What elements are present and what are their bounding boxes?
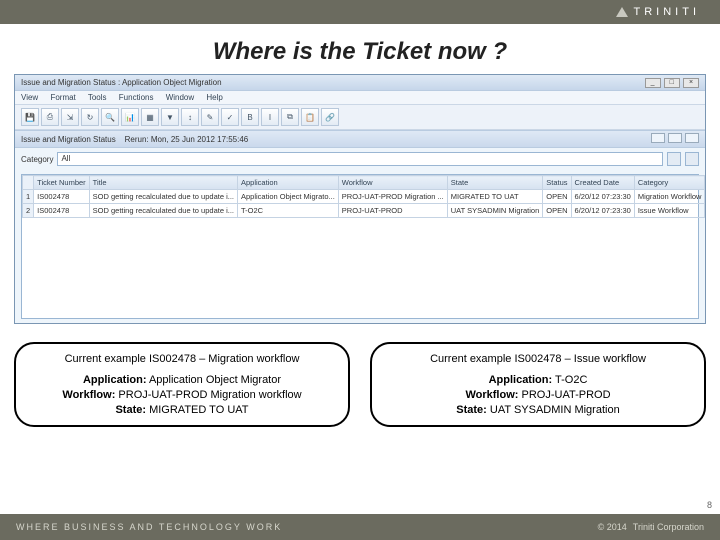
footer-tagline: WHERE BUSINESS AND TECHNOLOGY WORK — [16, 522, 282, 532]
cell-title: SOD getting recalculated due to update i… — [89, 190, 237, 204]
tool-find-icon[interactable]: 🔍 — [101, 108, 119, 126]
tool-italic-icon[interactable]: I — [261, 108, 279, 126]
cell-date: 6/20/12 07:23:30 — [571, 204, 634, 218]
callout-issue-head: Current example IS002478 – Issue workflo… — [382, 352, 694, 367]
footer-bar: WHERE BUSINESS AND TECHNOLOGY WORK © 201… — [0, 514, 720, 540]
cell-date: 6/20/12 07:23:30 — [571, 190, 634, 204]
tool-chart-icon[interactable]: 📊 — [121, 108, 139, 126]
minimize-icon[interactable]: _ — [645, 78, 661, 88]
cell-workflow: PROJ-UAT-PROD — [338, 204, 447, 218]
cell-title: SOD getting recalculated due to update i… — [89, 204, 237, 218]
col-rownum — [23, 176, 34, 190]
cell-category: Issue Workflow — [634, 204, 705, 218]
menu-help[interactable]: Help — [206, 93, 222, 102]
window-title-text: Issue and Migration Status : Application… — [21, 78, 222, 87]
col-state[interactable]: State — [447, 176, 543, 190]
tool-grid-icon[interactable]: ▦ — [141, 108, 159, 126]
tool-edit-icon[interactable]: ✎ — [201, 108, 219, 126]
tool-refresh-icon[interactable]: ↻ — [81, 108, 99, 126]
category-combo[interactable]: All — [57, 152, 663, 166]
menu-functions[interactable]: Functions — [119, 93, 154, 102]
tool-check-icon[interactable]: ✓ — [221, 108, 239, 126]
col-title[interactable]: Title — [89, 176, 237, 190]
menu-format[interactable]: Format — [50, 93, 75, 102]
tool-paste-icon[interactable]: 📋 — [301, 108, 319, 126]
cell-ticket: IS002478 — [34, 190, 89, 204]
cell-state: UAT SYSADMIN Migration — [447, 204, 543, 218]
col-workflow[interactable]: Workflow — [338, 176, 447, 190]
filter-row: Category All — [15, 148, 705, 170]
col-app[interactable]: Application — [238, 176, 339, 190]
results-grid[interactable]: Ticket Number Title Application Workflow… — [21, 174, 699, 319]
col-ticket[interactable]: Ticket Number — [34, 176, 89, 190]
menu-bar[interactable]: View Format Tools Functions Window Help — [15, 91, 705, 105]
close-icon[interactable]: × — [683, 78, 699, 88]
panel-close-icon[interactable] — [685, 133, 699, 143]
cell-app: Application Object Migrato... — [238, 190, 339, 204]
menu-tools[interactable]: Tools — [88, 93, 107, 102]
callout-issue: Current example IS002478 – Issue workflo… — [370, 342, 706, 427]
menu-window[interactable]: Window — [166, 93, 194, 102]
table-row[interactable]: 2IS002478SOD getting recalculated due to… — [23, 204, 705, 218]
col-status[interactable]: Status — [543, 176, 571, 190]
col-created[interactable]: Created Date — [571, 176, 634, 190]
slide-title: Where is the Ticket now ? — [0, 38, 720, 66]
tool-bold-icon[interactable]: B — [241, 108, 259, 126]
cell-category: Migration Workflow — [634, 190, 705, 204]
tool-link-icon[interactable]: 🔗 — [321, 108, 339, 126]
filter-apply-button[interactable] — [667, 152, 681, 166]
table-row[interactable]: 1IS002478SOD getting recalculated due to… — [23, 190, 705, 204]
panel-minimize-icon[interactable] — [651, 133, 665, 143]
page-number: 8 — [707, 500, 712, 510]
callout-migration-head: Current example IS002478 – Migration wor… — [26, 352, 338, 367]
tool-save-icon[interactable]: 💾 — [21, 108, 39, 126]
tool-export-icon[interactable]: ⇲ — [61, 108, 79, 126]
panel-controls[interactable] — [650, 133, 699, 145]
cell-ticket: IS002478 — [34, 204, 89, 218]
filter-clear-button[interactable] — [685, 152, 699, 166]
tool-copy-icon[interactable]: ⧉ — [281, 108, 299, 126]
window-controls[interactable]: _ □ × — [644, 77, 699, 88]
cell-state: MIGRATED TO UAT — [447, 190, 543, 204]
tool-print-icon[interactable]: ⎙ — [41, 108, 59, 126]
footer-company: Triniti Corporation — [633, 522, 704, 532]
category-label: Category — [21, 155, 53, 164]
cell-status: OPEN — [543, 190, 571, 204]
maximize-icon[interactable]: □ — [664, 78, 680, 88]
cell-rownum: 1 — [23, 190, 34, 204]
toolbar: 💾 ⎙ ⇲ ↻ 🔍 📊 ▦ ▼ ↕ ✎ ✓ B I ⧉ 📋 🔗 — [15, 105, 705, 130]
window-titlebar: Issue and Migration Status : Application… — [15, 75, 705, 91]
callout-migration: Current example IS002478 – Migration wor… — [14, 342, 350, 427]
callouts-row: Current example IS002478 – Migration wor… — [0, 324, 720, 427]
triangle-icon — [616, 7, 628, 17]
menu-view[interactable]: View — [21, 93, 38, 102]
brand-text: TRINITI — [634, 6, 701, 18]
cell-status: OPEN — [543, 204, 571, 218]
col-category[interactable]: Category — [634, 176, 705, 190]
cell-workflow: PROJ-UAT-PROD Migration ... — [338, 190, 447, 204]
panel-timestamp: Rerun: Mon, 25 Jun 2012 17:55:46 — [125, 135, 249, 144]
panel-title: Issue and Migration Status — [21, 135, 116, 144]
cell-rownum: 2 — [23, 204, 34, 218]
grid-header-row: Ticket Number Title Application Workflow… — [23, 176, 705, 190]
footer-copyright: © 2014 — [598, 522, 627, 532]
panel-maximize-icon[interactable] — [668, 133, 682, 143]
tool-filter-icon[interactable]: ▼ — [161, 108, 179, 126]
panel-titlebar: Issue and Migration Status Rerun: Mon, 2… — [15, 130, 705, 148]
brand-logo: TRINITI — [616, 6, 701, 18]
brand-bar: TRINITI — [0, 0, 720, 24]
grid-empty-area — [22, 218, 698, 318]
tool-sort-icon[interactable]: ↕ — [181, 108, 199, 126]
cell-app: T-O2C — [238, 204, 339, 218]
app-window: Issue and Migration Status : Application… — [14, 74, 706, 324]
